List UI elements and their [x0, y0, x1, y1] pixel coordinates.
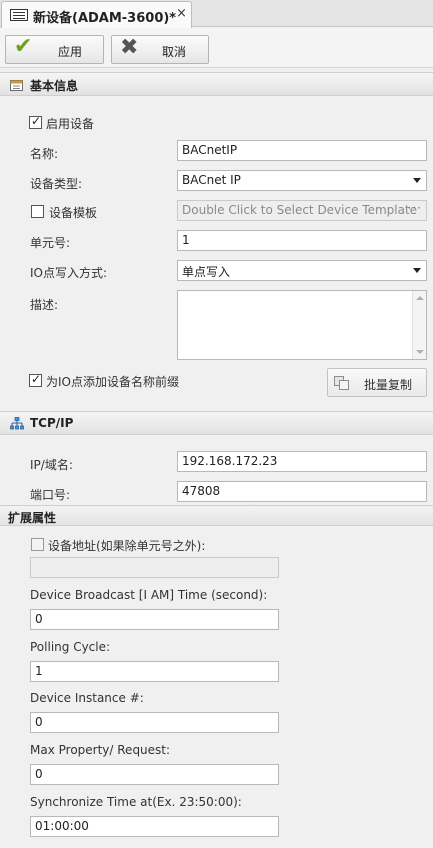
device-template-checkbox[interactable]: [31, 205, 44, 218]
scroll-up-icon[interactable]: [416, 296, 424, 300]
enable-device-label: 启用设备: [46, 117, 95, 131]
device-template-label: 设备模板: [49, 206, 98, 220]
cancel-label: 取消: [162, 45, 187, 59]
polling-cycle-field[interactable]: 1: [30, 661, 279, 682]
basic-info-header: 基本信息: [0, 72, 433, 96]
apply-label: 应用: [58, 45, 83, 59]
name-field[interactable]: BACnetIP: [177, 140, 427, 161]
cancel-icon: ✖: [120, 35, 139, 60]
description-label: 描述:: [30, 298, 59, 312]
prefix-checkbox[interactable]: [29, 372, 42, 387]
io-write-mode-value: 单点写入: [182, 265, 231, 279]
checkmark-icon: ✔: [14, 34, 33, 59]
device-icon: [10, 9, 28, 21]
description-textarea[interactable]: [177, 290, 427, 360]
io-write-mode-label: IO点写入方式:: [30, 266, 108, 280]
device-instance-label: Device Instance #:: [30, 691, 144, 705]
apply-button[interactable]: ✔ 应用: [5, 34, 104, 64]
copy-icon: [334, 376, 349, 390]
sync-time-label: Synchronize Time at(Ex. 23:50:00):: [30, 795, 242, 809]
enable-device-checkbox[interactable]: [29, 114, 42, 129]
batch-copy-label: 批量复制: [364, 378, 413, 392]
network-icon: [10, 417, 24, 430]
name-label: 名称:: [30, 147, 59, 161]
io-write-mode-select[interactable]: 单点写入: [177, 260, 427, 281]
cancel-button[interactable]: ✖ 取消: [111, 35, 209, 64]
tcpip-title: TCP/IP: [30, 416, 74, 430]
polling-cycle-label: Polling Cycle:: [30, 640, 111, 654]
tcpip-header: TCP/IP: [0, 411, 433, 435]
device-template-placeholder: Double Click to Select Device Template: [182, 203, 418, 217]
ext-props-header: 扩展属性: [0, 505, 433, 526]
close-icon[interactable]: ×: [176, 6, 187, 21]
device-type-value: BACnet IP: [182, 173, 241, 187]
device-type-label: 设备类型:: [30, 177, 83, 191]
device-type-select[interactable]: BACnet IP: [177, 170, 427, 191]
device-address-field: [30, 557, 279, 578]
chevron-down-icon: [413, 268, 421, 273]
unit-number-field[interactable]: 1: [177, 230, 427, 251]
ip-field[interactable]: 192.168.172.23: [177, 451, 427, 472]
device-address-checkbox[interactable]: [31, 538, 44, 551]
device-address-label: 设备地址(如果除单元号之外):: [48, 539, 206, 553]
tab-new-device[interactable]: 新设备(ADAM-3600)* ×: [1, 1, 192, 28]
ip-label: IP/域名:: [30, 458, 73, 472]
max-property-label: Max Property/ Request:: [30, 743, 171, 757]
batch-copy-button[interactable]: 批量复制: [327, 368, 427, 397]
basic-info-title: 基本信息: [30, 79, 79, 93]
scroll-down-icon[interactable]: [416, 350, 424, 354]
ext-props-title: 扩展属性: [8, 511, 57, 525]
description-scrollbar[interactable]: [412, 291, 426, 359]
sync-time-field[interactable]: 01:00:00: [30, 816, 279, 837]
prefix-label: 为IO点添加设备名称前缀: [46, 375, 179, 389]
port-field[interactable]: 47808: [177, 481, 427, 502]
chevron-down-icon: [413, 178, 421, 183]
unit-number-label: 单元号:: [30, 236, 71, 250]
max-property-field[interactable]: 0: [30, 764, 279, 785]
broadcast-time-field[interactable]: 0: [30, 609, 279, 630]
device-instance-field[interactable]: 0: [30, 712, 279, 733]
port-label: 端口号:: [30, 488, 71, 502]
tab-title: 新设备(ADAM-3600)*: [33, 11, 177, 26]
broadcast-time-label: Device Broadcast [I AM] Time (second):: [30, 588, 268, 602]
ellipsis-icon: ···: [407, 201, 422, 215]
properties-icon: [10, 80, 23, 91]
device-template-field: Double Click to Select Device Template ·…: [177, 200, 427, 221]
